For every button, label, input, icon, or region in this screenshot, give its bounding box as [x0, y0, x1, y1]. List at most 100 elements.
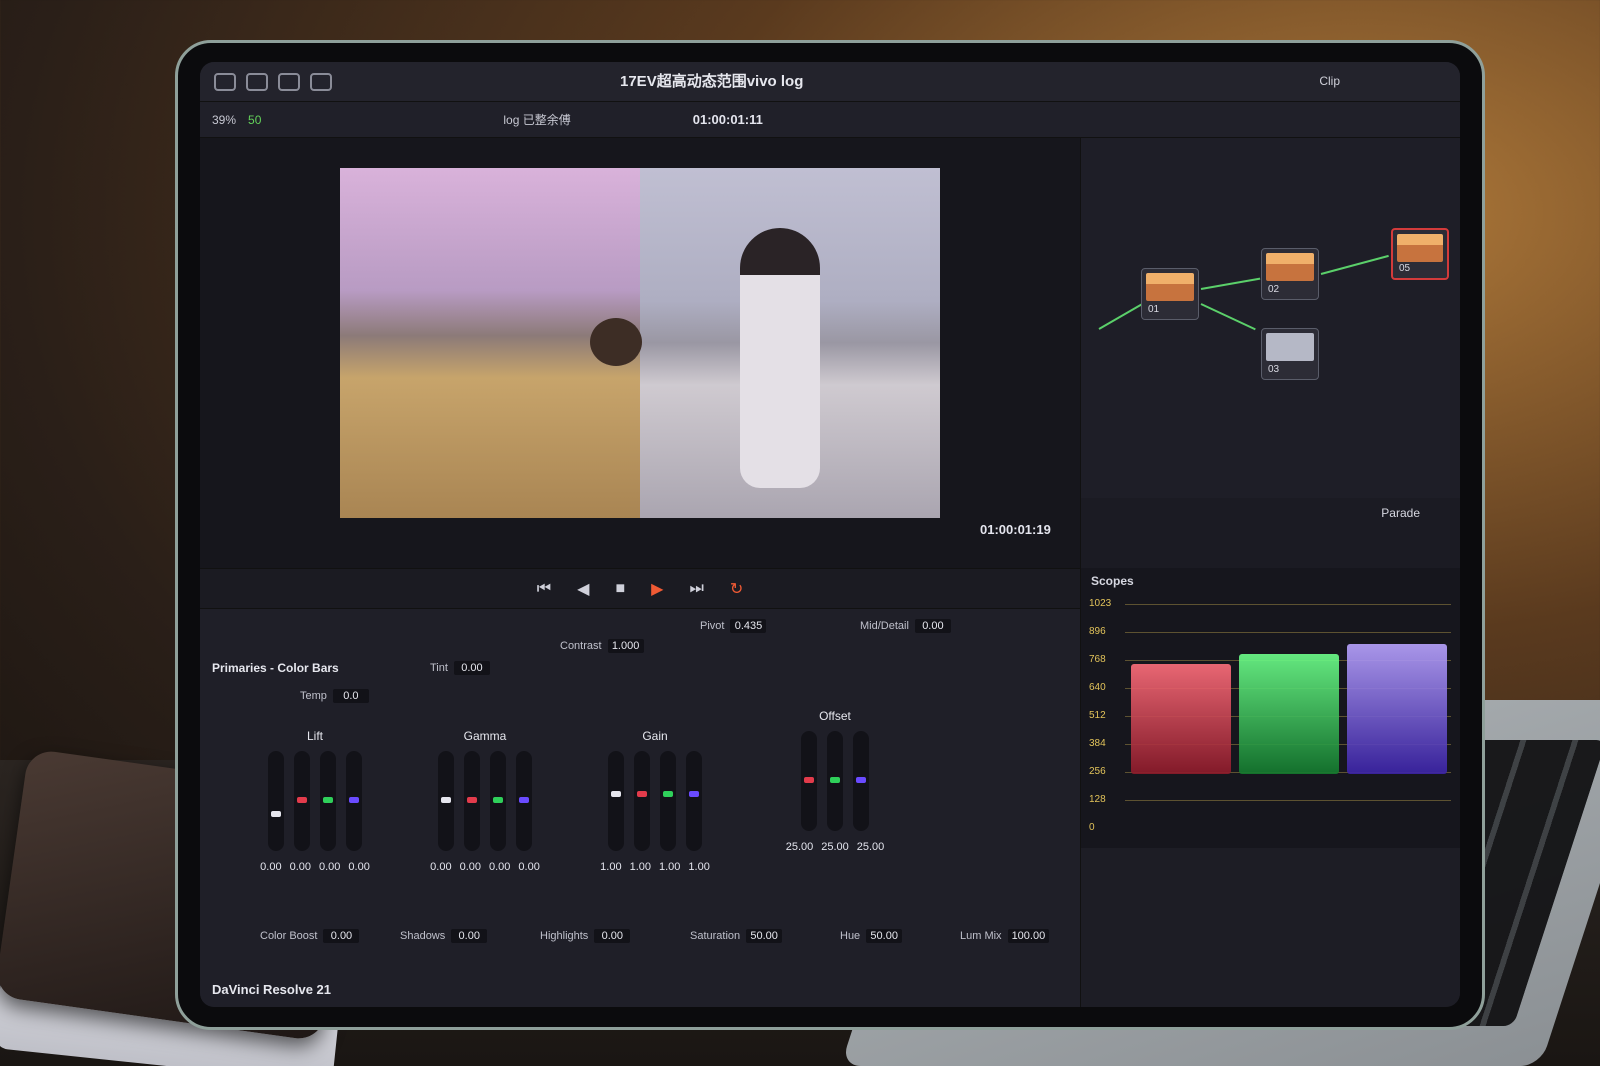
project-title: 17EV超高动态范围vivo log	[620, 73, 804, 90]
lift-y-slider[interactable]	[268, 751, 284, 851]
scale-label: 0	[1089, 822, 1095, 833]
gain-g-slider[interactable]	[660, 751, 676, 851]
frame-field[interactable]: 50	[248, 113, 261, 127]
highlights-label: Highlights	[540, 930, 589, 942]
hue-control[interactable]: Hue 50.00	[840, 929, 903, 943]
pivot-value[interactable]: 0.435	[730, 619, 767, 633]
lum-mix-value[interactable]: 100.00	[1007, 929, 1050, 943]
lift-r-slider[interactable]	[294, 751, 310, 851]
gamma-y-value[interactable]: 0.00	[430, 861, 451, 873]
contrast-control[interactable]: Contrast 1.000	[560, 639, 644, 653]
highlights-value[interactable]: 0.00	[594, 929, 631, 943]
lum-mix-label: Lum Mix	[960, 930, 1002, 942]
gamma-wheel[interactable]: Gamma 0.00 0.00 0.00 0.00	[410, 729, 560, 873]
shadows-value[interactable]: 0.00	[451, 929, 488, 943]
offset-b-slider[interactable]	[853, 731, 869, 831]
gain-b-slider[interactable]	[686, 751, 702, 851]
node-label: 03	[1268, 364, 1280, 375]
lum-mix-control[interactable]: Lum Mix 100.00	[960, 929, 1050, 943]
offset-r-value[interactable]: 25.00	[786, 841, 814, 853]
temp-value[interactable]: 0.0	[332, 689, 369, 703]
gamma-g-slider[interactable]	[490, 751, 506, 851]
gain-g-value[interactable]: 1.00	[659, 861, 680, 873]
node-thumbnail	[1397, 234, 1443, 262]
offset-b-value[interactable]: 25.00	[857, 841, 885, 853]
tint-control[interactable]: Tint 0.00	[430, 661, 490, 675]
lift-title: Lift	[306, 729, 323, 743]
node-label: 01	[1148, 304, 1160, 315]
zoom-select[interactable]: 39%	[212, 113, 236, 127]
node-thumbnail	[1146, 273, 1194, 301]
gamma-g-value[interactable]: 0.00	[489, 861, 510, 873]
node-link	[1200, 277, 1261, 290]
lift-y-value[interactable]: 0.00	[260, 861, 281, 873]
gamma-values: 0.00 0.00 0.00 0.00	[410, 861, 560, 873]
gamma-b-value[interactable]: 0.00	[518, 861, 539, 873]
lift-r-value[interactable]: 0.00	[290, 861, 311, 873]
pivot-control[interactable]: Pivot 0.435	[700, 619, 767, 633]
play-icon[interactable]: ▶	[651, 579, 663, 599]
gain-y-slider[interactable]	[608, 751, 624, 851]
node-01[interactable]: 01	[1141, 268, 1199, 320]
lift-wheel[interactable]: Lift 0.00 0.00 0.00 0.00	[240, 729, 390, 873]
offset-wheel[interactable]: Offset 25.00 25.00 25.00	[760, 709, 910, 853]
color-boost-value[interactable]: 0.00	[323, 929, 360, 943]
node-thumbnail	[1266, 333, 1314, 361]
node-thumbnail	[1266, 253, 1314, 281]
timecode-top: 01:00:01:11	[692, 112, 763, 127]
lift-g-slider[interactable]	[320, 751, 336, 851]
split-screen-frame	[340, 168, 940, 518]
gamma-r-slider[interactable]	[464, 751, 480, 851]
loop-icon[interactable]: ↻	[730, 579, 743, 599]
clip-menu[interactable]: Clip	[1319, 74, 1340, 88]
saturation-label: Saturation	[690, 930, 741, 942]
gallery-icon[interactable]	[214, 72, 236, 91]
shadows-label: Shadows	[400, 930, 446, 942]
skip-back-icon[interactable]: ⏮	[537, 580, 551, 598]
tint-value[interactable]: 0.00	[453, 661, 490, 675]
gain-y-value[interactable]: 1.00	[600, 861, 621, 873]
scope-mode-select[interactable]: Parade	[1381, 506, 1420, 520]
lift-b-slider[interactable]	[346, 751, 362, 851]
node-03[interactable]: 03	[1261, 328, 1319, 380]
transport-controls: ⏮ ◀ ■ ▶ ⏭ ↻	[200, 568, 1080, 608]
contrast-value[interactable]: 1.000	[607, 639, 644, 653]
clip-name[interactable]: log 已整余傅	[503, 111, 570, 128]
hue-value[interactable]: 50.00	[866, 929, 903, 943]
stop-icon[interactable]: ■	[615, 580, 625, 598]
gain-r-value[interactable]: 1.00	[630, 861, 651, 873]
gamma-y-slider[interactable]	[438, 751, 454, 851]
saturation-value[interactable]: 50.00	[746, 929, 783, 943]
viewer-panel[interactable]: 01:00:01:19	[200, 138, 1080, 568]
app-brand: DaVinci Resolve 21	[212, 982, 331, 997]
offset-r-slider[interactable]	[801, 731, 817, 831]
parade-plot	[1125, 598, 1451, 834]
shadows-control[interactable]: Shadows 0.00	[400, 929, 488, 943]
gamma-b-slider[interactable]	[516, 751, 532, 851]
offset-g-slider[interactable]	[827, 731, 843, 831]
skip-forward-icon[interactable]: ⏭	[689, 580, 703, 598]
node-05[interactable]: 05	[1391, 228, 1449, 280]
color-boost-control[interactable]: Color Boost 0.00	[260, 929, 360, 943]
gamma-r-value[interactable]: 0.00	[460, 861, 481, 873]
lift-b-value[interactable]: 0.00	[348, 861, 369, 873]
offset-sliders	[760, 731, 910, 831]
hay-bale	[590, 318, 642, 366]
media-icon[interactable]	[278, 72, 300, 91]
gain-b-value[interactable]: 1.00	[688, 861, 709, 873]
node-02[interactable]: 02	[1261, 248, 1319, 300]
saturation-control[interactable]: Saturation 50.00	[690, 929, 783, 943]
offset-g-value[interactable]: 25.00	[821, 841, 849, 853]
middetail-control[interactable]: Mid/Detail 0.00	[860, 619, 951, 633]
temp-control[interactable]: Temp 0.0	[300, 689, 369, 703]
gain-wheel[interactable]: Gain 1.00 1.00 1.00 1.00	[580, 729, 730, 873]
highlights-control[interactable]: Highlights 0.00	[540, 929, 631, 943]
lift-g-value[interactable]: 0.00	[319, 861, 340, 873]
middetail-value[interactable]: 0.00	[914, 619, 951, 633]
keyframe-icon[interactable]	[310, 72, 332, 91]
reverse-icon[interactable]: ◀	[577, 579, 589, 599]
node-editor[interactable]: 01 02 03 05	[1080, 138, 1460, 498]
lut-icon[interactable]	[246, 72, 268, 91]
gain-r-slider[interactable]	[634, 751, 650, 851]
resolve-window: 17EV超高动态范围vivo log Clip 39% 50 log 已整余傅 …	[200, 62, 1460, 1007]
